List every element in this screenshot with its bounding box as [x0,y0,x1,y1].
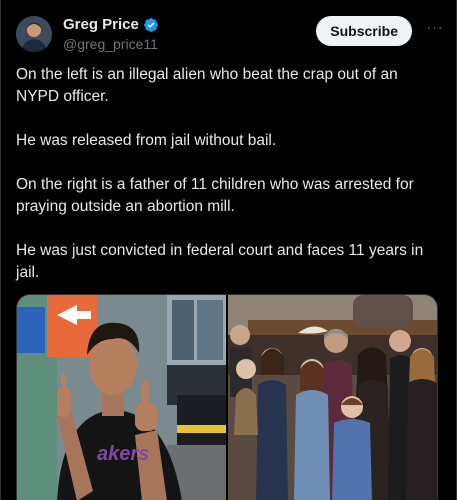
author-name-row[interactable]: Greg Price [63,16,159,34]
tweet-paragraph: On the left is an illegal alien who beat… [16,66,398,105]
author-names: Greg Price @greg_price11 [63,16,159,53]
tweet-text: On the left is an illegal alien who beat… [16,64,442,306]
media-photo-left[interactable]: akers [17,295,226,500]
author-avatar[interactable] [16,16,52,52]
media-photo-right[interactable] [228,295,437,500]
tweet-paragraph: He was released from jail without bail. [16,132,277,149]
verified-badge-icon [144,18,158,32]
author-display-name[interactable]: Greg Price [63,16,139,34]
tweet-paragraph: He was just convicted in federal court a… [16,242,424,281]
more-options-icon[interactable]: ··· [424,20,446,42]
shirt-text: akers [97,443,149,465]
photo-family-portrait-icon [228,295,437,500]
subscribe-button[interactable]: Subscribe [316,16,412,46]
avatar-icon [16,16,52,52]
author-handle[interactable]: @greg_price11 [63,35,159,53]
tweet-header: Greg Price @greg_price11 Subscribe ··· [16,16,446,56]
tweet-paragraph: On the right is a father of 11 children … [16,176,414,215]
photo-man-gesturing-icon: akers [17,295,226,500]
tweet-card: Greg Price @greg_price11 Subscribe ··· O… [0,0,457,500]
tweet-media-grid: akers [16,294,438,500]
